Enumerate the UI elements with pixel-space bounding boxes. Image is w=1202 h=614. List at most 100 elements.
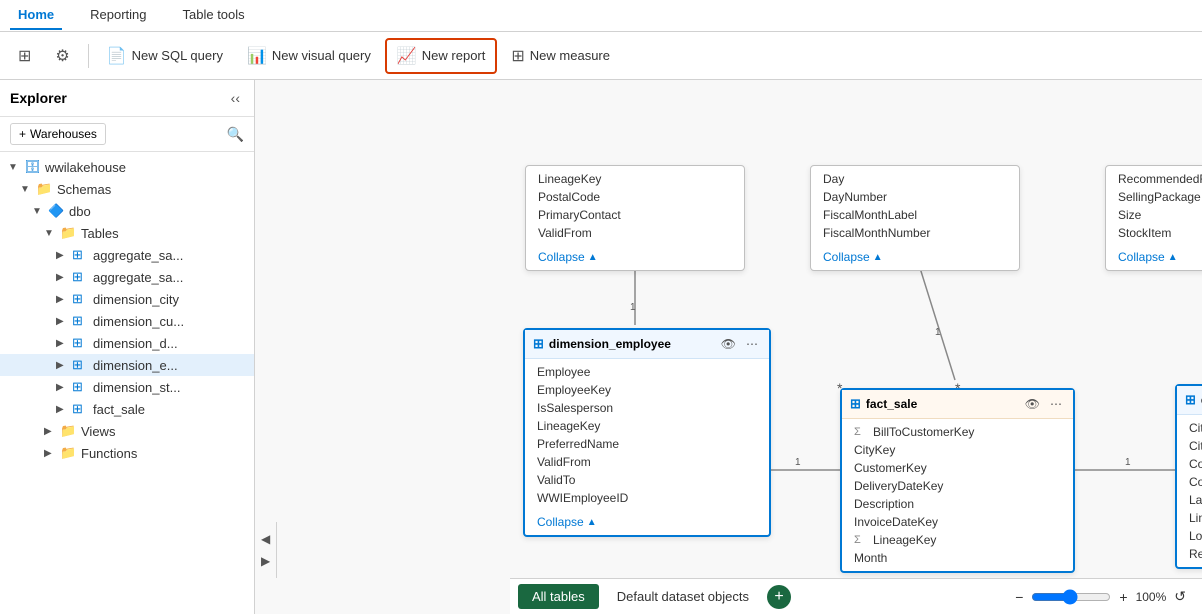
table-row: FiscalMonthNumber xyxy=(811,224,1019,242)
table-row-validfrom: ValidFrom xyxy=(525,453,769,471)
canvas-area: 1 1 1 1 1 * * * LineageKey PostalCode Pr… xyxy=(255,80,1202,614)
fact-sale-eye-btn[interactable]: 👁 xyxy=(1022,396,1043,412)
table-row-country: Country xyxy=(1177,473,1202,491)
grid-icon: ⊞ xyxy=(18,46,31,66)
dimension-employee-eye-btn[interactable]: 👁 xyxy=(718,336,739,352)
sidebar-item-dimension-cu[interactable]: ▶ ⊞ dimension_cu... xyxy=(0,310,254,332)
dimension-employee-body: Employee EmployeeKey IsSalesperson Linea… xyxy=(525,359,769,511)
chevron-right-icon: ▶ xyxy=(56,382,72,393)
toolbar-divider-1 xyxy=(88,44,89,68)
sidebar-item-aggregate-sa2[interactable]: ▶ ⊞ aggregate_sa... xyxy=(0,266,254,288)
table-icon: ⊞ xyxy=(72,357,90,373)
table-row: DayNumber xyxy=(811,188,1019,206)
chevron-right-icon: ▶ xyxy=(56,338,72,349)
database-icon: 🗄 xyxy=(24,159,42,175)
new-measure-label: New measure xyxy=(530,48,610,63)
chevron-right-icon: ▶ xyxy=(56,294,72,305)
fact-sale-more-btn[interactable]: ⋯ xyxy=(1047,396,1065,412)
table-icon: ⊞ xyxy=(72,313,90,329)
nav-bar: Home Reporting Table tools xyxy=(0,0,1202,32)
table-row-invoicedatekey: InvoiceDateKey xyxy=(842,513,1073,531)
svg-text:1: 1 xyxy=(1125,457,1131,468)
dimension-city-body: City CityKey Continent Country LatestRec… xyxy=(1177,415,1202,567)
sidebar-item-dbo[interactable]: ▼ 🔷 dbo xyxy=(0,200,254,222)
table-row-region: Region xyxy=(1177,545,1202,563)
table-row: PrimaryContact xyxy=(526,206,744,224)
collapse-top-middle-btn[interactable]: Collapse ▲ xyxy=(811,246,1019,270)
table-row-continent: Continent xyxy=(1177,455,1202,473)
sidebar-tree: ▼ 🗄 wwilakehouse ▼ 📁 Schemas ▼ 🔷 dbo ▼ 📁… xyxy=(0,152,254,614)
table-row: Size xyxy=(1106,206,1202,224)
zoom-slider[interactable] xyxy=(1031,589,1111,605)
fact-sale-card: ⊞ fact_sale 👁 ⋯ ΣBillToCustomerKey CityK… xyxy=(840,388,1075,573)
svg-text:1: 1 xyxy=(935,327,941,338)
chevron-right-icon: ▶ xyxy=(44,426,60,437)
dimension-employee-card: ⊞ dimension_employee 👁 ⋯ Employee Employ… xyxy=(523,328,771,537)
sidebar-header: Explorer ‹‹ xyxy=(0,80,254,117)
table-icon: ⊞ xyxy=(72,401,90,417)
new-visual-label: New visual query xyxy=(272,48,371,63)
new-measure-btn[interactable]: ⊞ New measure xyxy=(501,40,620,72)
toolbar: ⊞ ⚙ 📄 New SQL query 📊 New visual query 📈… xyxy=(0,32,1202,80)
svg-text:1: 1 xyxy=(630,302,636,313)
sidebar-collapse-btn[interactable]: ‹‹ xyxy=(227,88,244,108)
chevron-up-icon: ▲ xyxy=(587,517,597,528)
sidebar-item-fact-sale[interactable]: ▶ ⊞ fact_sale xyxy=(0,398,254,420)
tab-default-dataset[interactable]: Default dataset objects xyxy=(603,584,763,609)
sidebar-title: Explorer xyxy=(10,90,67,106)
schema-icon: 🔷 xyxy=(48,203,66,219)
gear-icon: ⚙ xyxy=(55,46,69,66)
sidebar-item-wwilakehouse[interactable]: ▼ 🗄 wwilakehouse xyxy=(0,156,254,178)
sidebar-item-views[interactable]: ▶ 📁 Views xyxy=(0,420,254,442)
toolbar-settings-btn[interactable]: ⚙ xyxy=(45,40,79,72)
table-icon: ⊞ xyxy=(72,247,90,263)
dimension-employee-header: ⊞ dimension_employee 👁 ⋯ xyxy=(525,330,769,359)
table-row-validto: ValidTo xyxy=(525,471,769,489)
new-sql-query-btn[interactable]: 📄 New SQL query xyxy=(97,40,233,72)
sidebar-item-dimension-city[interactable]: ▶ ⊞ dimension_city xyxy=(0,288,254,310)
table-row-month: Month xyxy=(842,549,1073,567)
table-row-lineagekey2: ΣLineageKey xyxy=(842,531,1073,549)
table-row-citykey2: CityKey xyxy=(1177,437,1202,455)
sidebar-item-functions[interactable]: ▶ 📁 Functions xyxy=(0,442,254,464)
new-report-label: New report xyxy=(422,48,486,63)
table-row-deliverydatekey: DeliveryDateKey xyxy=(842,477,1073,495)
table-row-lineagekey: LineageKey xyxy=(525,417,769,435)
zoom-out-btn[interactable]: − xyxy=(1011,587,1027,607)
fact-sale-header: ⊞ fact_sale 👁 ⋯ xyxy=(842,390,1073,419)
sidebar-item-aggregate-sa1[interactable]: ▶ ⊞ aggregate_sa... xyxy=(0,244,254,266)
sidebar-warehouse-bar: + Warehouses 🔍 xyxy=(0,117,254,152)
table-row: FiscalMonthLabel xyxy=(811,206,1019,224)
canvas-nav-right-btn[interactable]: ▶ xyxy=(259,552,272,570)
toolbar-icon1-btn[interactable]: ⊞ xyxy=(8,40,41,72)
nav-tab-home[interactable]: Home xyxy=(10,1,62,30)
new-visual-query-btn[interactable]: 📊 New visual query xyxy=(237,40,381,72)
dimension-employee-more-btn[interactable]: ⋯ xyxy=(743,336,761,352)
table-icon: ⊞ xyxy=(72,379,90,395)
search-btn[interactable]: 🔍 xyxy=(227,126,244,143)
dimension-city-table-icon: ⊞ xyxy=(1185,392,1196,408)
sidebar-item-dimension-e[interactable]: ▶ ⊞ dimension_e... xyxy=(0,354,254,376)
nav-tab-reporting[interactable]: Reporting xyxy=(82,1,154,30)
fact-sale-body: ΣBillToCustomerKey CityKey CustomerKey D… xyxy=(842,419,1073,571)
add-tab-btn[interactable]: + xyxy=(767,585,791,609)
sidebar-item-dimension-d[interactable]: ▶ ⊞ dimension_d... xyxy=(0,332,254,354)
folder-icon: 📁 xyxy=(60,225,78,241)
new-report-btn[interactable]: 📈 New report xyxy=(385,38,498,74)
collapse-dimension-employee-btn[interactable]: Collapse ▲ xyxy=(525,511,769,535)
sidebar-item-tables[interactable]: ▼ 📁 Tables xyxy=(0,222,254,244)
chevron-right-icon: ▶ xyxy=(56,404,72,415)
sidebar-item-dimension-st[interactable]: ▶ ⊞ dimension_st... xyxy=(0,376,254,398)
canvas-nav-left-btn[interactable]: ◀ xyxy=(259,530,272,548)
sidebar-item-schemas[interactable]: ▼ 📁 Schemas xyxy=(0,178,254,200)
collapse-top-left-btn[interactable]: Collapse ▲ xyxy=(526,246,744,270)
zoom-in-btn[interactable]: + xyxy=(1115,587,1131,607)
warehouse-btn-label: Warehouses xyxy=(30,127,97,141)
chevron-up-icon: ▲ xyxy=(873,252,883,263)
add-warehouse-btn[interactable]: + Warehouses xyxy=(10,123,106,145)
table-row-issalesperson: IsSalesperson xyxy=(525,399,769,417)
zoom-refresh-btn[interactable]: ↺ xyxy=(1170,586,1190,607)
collapse-top-right-btn[interactable]: Collapse ▲ xyxy=(1106,246,1202,270)
nav-tab-table-tools[interactable]: Table tools xyxy=(175,1,253,30)
tab-all-tables[interactable]: All tables xyxy=(518,584,599,609)
